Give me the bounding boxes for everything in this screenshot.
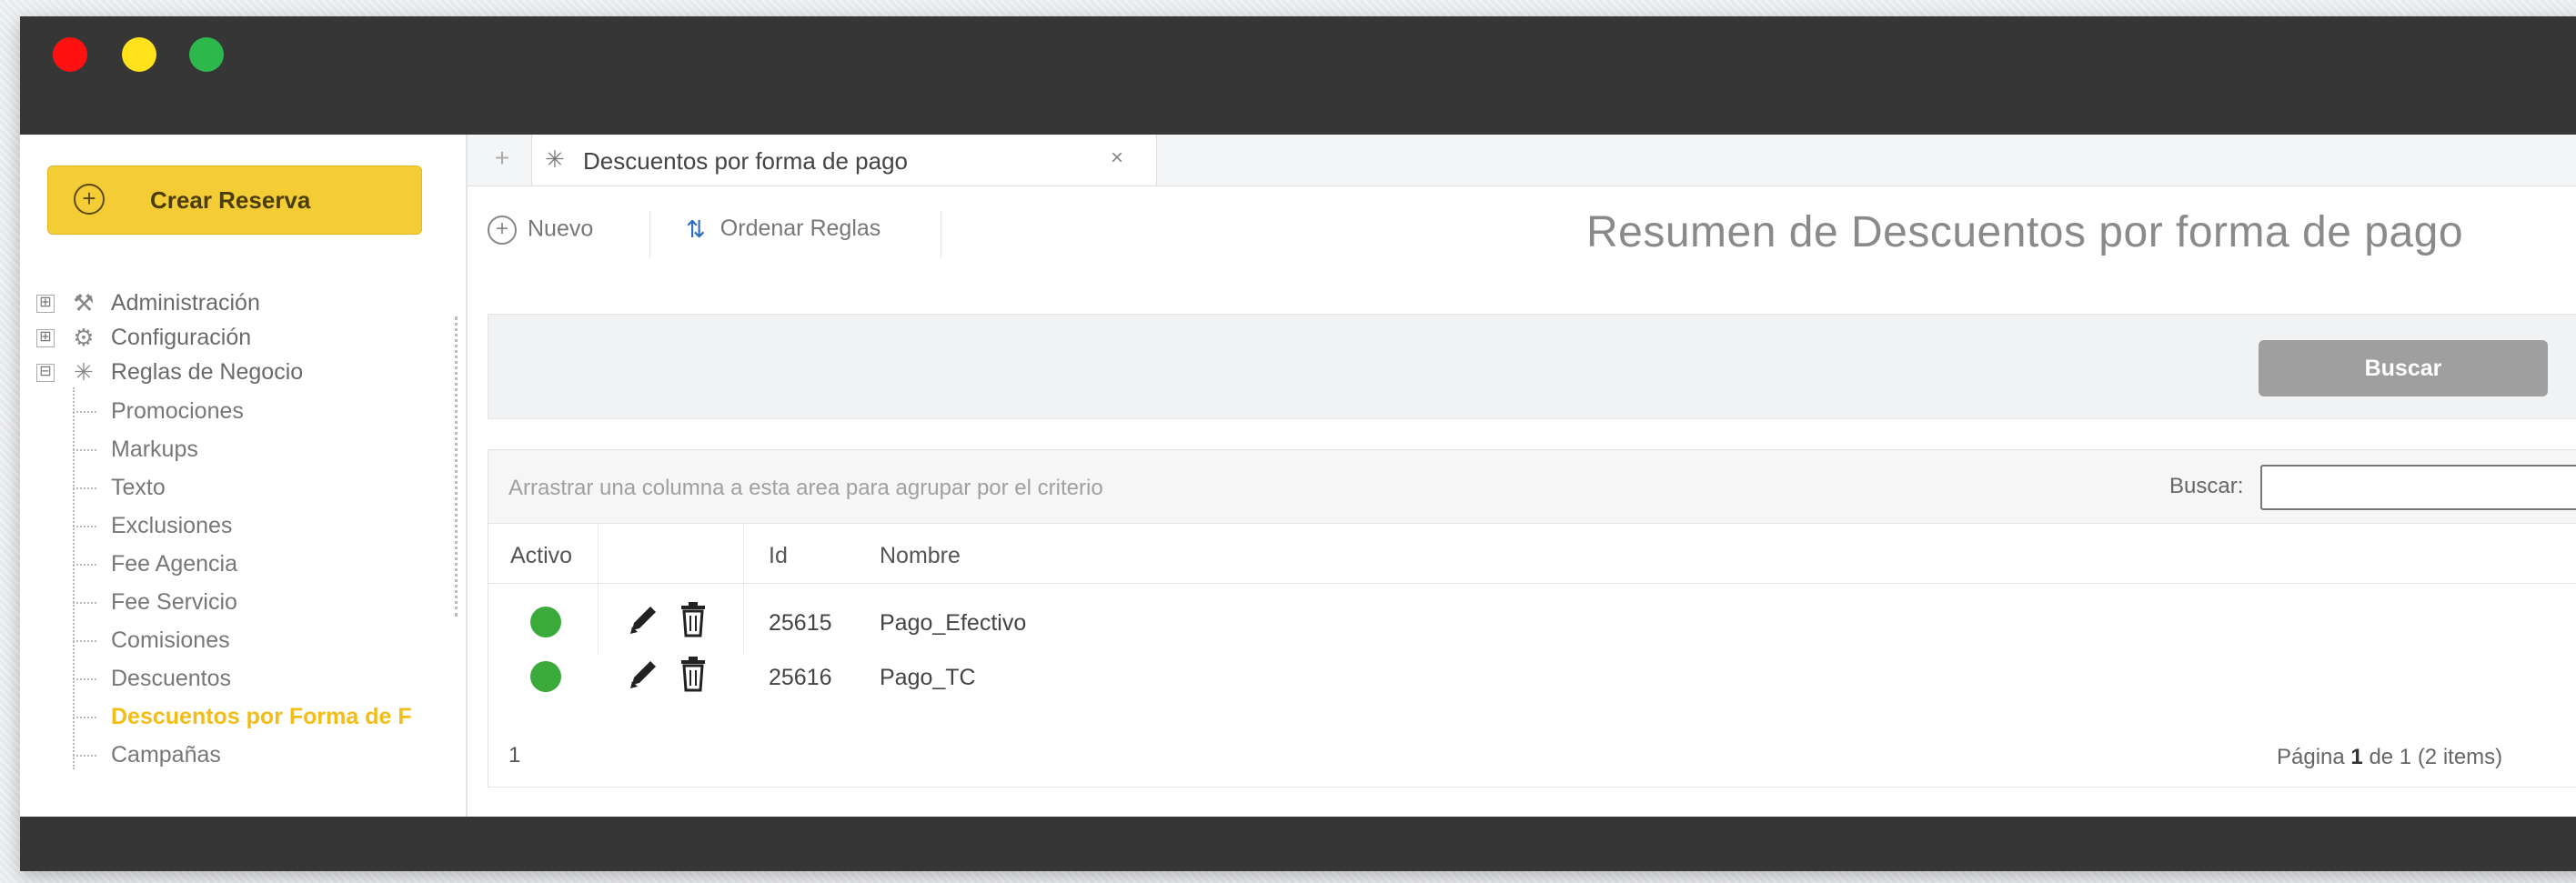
add-tab-button[interactable]: + [488, 144, 517, 173]
tab-descuentos-forma-pago[interactable]: ✳ Descuentos por forma de pago × [531, 135, 1157, 186]
sidebar-item-comisiones[interactable]: Comisiones [73, 627, 230, 666]
title-bar [20, 16, 2576, 135]
table-row[interactable]: 25616 Pago_TC [488, 648, 2576, 703]
expand-icon[interactable]: ⊞ [36, 294, 55, 313]
bottom-bar [20, 817, 2576, 871]
expand-icon[interactable]: ⊞ [36, 328, 55, 347]
tree-node-reglas-de-negocio[interactable]: ⊟ ✳ Reglas de Negocio [36, 358, 303, 393]
edit-pencil-icon[interactable] [625, 656, 659, 692]
close-tab-icon[interactable]: × [1111, 145, 1123, 171]
pager-suffix: de 1 (2 items) [2369, 745, 2503, 769]
page-title: Resumen de Descuentos por forma de pago [1586, 208, 2464, 256]
sort-rules-button[interactable]: ⇅ Ordenar Reglas [686, 216, 880, 244]
tree-node-label: Reglas de Negocio [110, 359, 304, 385]
sidebar-item-descuentos[interactable]: Descuentos [73, 666, 231, 704]
column-header-nombre[interactable]: Nombre [880, 543, 961, 569]
search-button[interactable]: Buscar [2259, 340, 2548, 396]
tree-node-configuracion[interactable]: ⊞ ⚙ Configuración [36, 324, 251, 358]
new-button-label: Nuevo [528, 216, 594, 242]
sparkle-icon: ✳ [545, 145, 565, 173]
group-by-area[interactable]: Arrastrar una columna a esta area para a… [488, 450, 2576, 524]
maximize-window-button[interactable] [189, 37, 224, 72]
delete-trash-icon[interactable] [678, 601, 709, 637]
group-by-hint: Arrastrar una columna a esta area para a… [508, 476, 1103, 500]
delete-trash-icon[interactable] [678, 656, 709, 692]
app-content: + Crear Reserva ⊞ ⚒ Administración ⊞ ⚙ C… [20, 135, 2576, 817]
sidebar-item-texto[interactable]: Texto [73, 475, 166, 513]
column-header-id[interactable]: Id [769, 543, 788, 569]
create-reservation-label: Crear Reserva [150, 186, 311, 214]
sort-arrows-icon: ⇅ [686, 216, 706, 243]
page-number-link[interactable]: 1 [508, 743, 520, 768]
results-grid: Arrastrar una columna a esta area para a… [488, 449, 2576, 788]
sidebar-item-fee-servicio[interactable]: Fee Servicio [73, 589, 237, 627]
cell-id: 25615 [769, 610, 832, 636]
cell-nombre: Pago_Efectivo [880, 610, 1027, 636]
sidebar-item-promociones[interactable]: Promociones [73, 398, 244, 436]
tree-node-label: Administración [110, 290, 260, 316]
sidebar-splitter-handle[interactable] [455, 316, 461, 617]
close-window-button[interactable] [53, 37, 87, 72]
grid-search-label: Buscar: [2169, 474, 2244, 498]
tab-label: Descuentos por forma de pago [583, 147, 908, 175]
main-panel: + ✳ Descuentos por forma de pago × + Nuev… [468, 135, 2576, 817]
sort-rules-label: Ordenar Reglas [719, 216, 881, 242]
sidebar-item-campanas[interactable]: Campañas [73, 742, 221, 780]
column-header-row: Activo Id Nombre [488, 523, 2576, 584]
edit-pencil-icon[interactable] [625, 601, 659, 637]
tab-bar: + ✳ Descuentos por forma de pago × [468, 135, 2576, 186]
pager-info: Página 1 de 1 (2 items) [2277, 745, 2502, 770]
sidebar-item-markups[interactable]: Markups [73, 436, 198, 475]
tree-node-administracion[interactable]: ⊞ ⚒ Administración [36, 289, 260, 324]
filter-panel: Buscar [488, 314, 2576, 419]
grid-search-input[interactable] [2260, 465, 2576, 510]
plus-circle-icon: + [488, 216, 517, 245]
sidebar-item-exclusiones[interactable]: Exclusiones [73, 513, 232, 551]
sparkle-icon: ✳ [74, 358, 94, 386]
toolbar-divider [649, 212, 650, 257]
tools-icon: ⚒ [73, 289, 95, 316]
sidebar-item-fee-agencia[interactable]: Fee Agencia [73, 551, 237, 589]
new-button[interactable]: + Nuevo [488, 216, 593, 245]
pager-prefix: Página [2277, 745, 2345, 769]
sidebar: + Crear Reserva ⊞ ⚒ Administración ⊞ ⚙ C… [20, 135, 468, 817]
gear-icon: ⚙ [73, 324, 95, 351]
cell-nombre: Pago_TC [880, 665, 976, 690]
active-status-icon [530, 607, 561, 637]
tree-node-label: Configuración [110, 325, 252, 350]
column-header-activo[interactable]: Activo [510, 543, 572, 569]
pager-current: 1 [2350, 745, 2363, 769]
collapse-icon[interactable]: ⊟ [36, 363, 55, 382]
app-window: + Crear Reserva ⊞ ⚒ Administración ⊞ ⚙ C… [20, 16, 2576, 871]
table-row[interactable]: 25615 Pago_Efectivo [488, 594, 2576, 648]
plus-circle-icon: + [74, 184, 105, 215]
minimize-window-button[interactable] [122, 37, 156, 72]
active-status-icon [530, 661, 561, 692]
cell-id: 25616 [769, 665, 832, 690]
create-reservation-button[interactable]: + Crear Reserva [47, 166, 422, 235]
sidebar-item-descuentos-forma-pago[interactable]: Descuentos por Forma de F [73, 704, 412, 742]
